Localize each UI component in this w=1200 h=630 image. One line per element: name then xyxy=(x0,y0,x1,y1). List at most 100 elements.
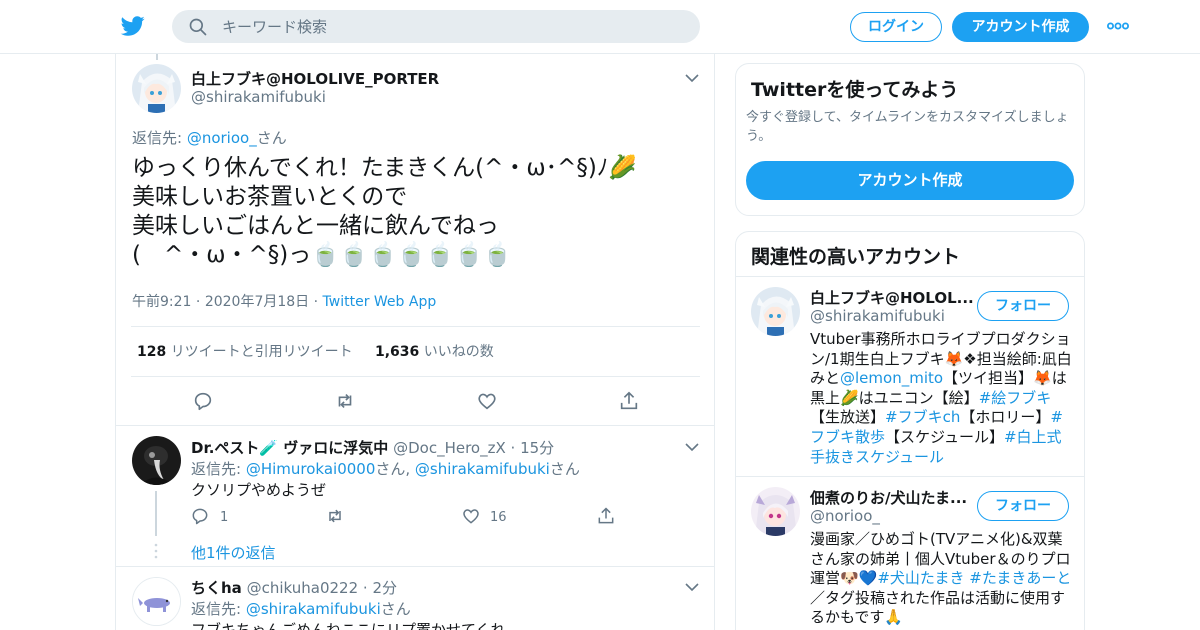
like-icon[interactable] xyxy=(461,506,481,526)
like-count: 16 xyxy=(490,510,507,525)
thread-dots-icon xyxy=(154,543,158,559)
replying-prefix: 返信先: xyxy=(191,600,246,618)
chevron-down-icon[interactable] xyxy=(685,73,699,83)
tweet-text: ゆっくり休んでくれ！たまきくん(^・ω･^§)ﾉ🌽 美味しいお茶置いとくので 美味し… xyxy=(132,154,637,270)
thread-connector xyxy=(155,491,157,536)
share-icon[interactable] xyxy=(596,506,616,526)
related-accounts-title: 関連性の高いアカウント xyxy=(751,246,961,268)
replying-suffix: さん xyxy=(380,600,411,618)
more-icon[interactable] xyxy=(1107,18,1129,34)
account-name[interactable]: 白上フブキ@HOLOL... xyxy=(810,287,974,308)
bio-text: 【スケジュール】 xyxy=(885,427,1004,446)
avatar[interactable] xyxy=(132,436,181,485)
divider xyxy=(116,425,714,426)
reply-icon[interactable] xyxy=(192,390,214,412)
reply-header: Dr.ペスト🧪 ヴァロに浮気中 @Doc_Hero_zX · 15分 xyxy=(191,437,554,458)
tweet-text-line: ( ^・ω・^§)っ🍵🍵🍵🍵🍵🍵🍵 xyxy=(132,242,512,268)
reply-count: 1 xyxy=(220,510,229,525)
follow-button[interactable]: フォロー xyxy=(977,291,1069,321)
search-box[interactable] xyxy=(172,10,700,43)
related-accounts-card: 関連性の高いアカウント 白上フブキ@HOLOL... @shirakamifub… xyxy=(735,231,1085,630)
user-handle[interactable]: @shirakamifubuki xyxy=(191,88,326,106)
display-name[interactable]: ちくha xyxy=(191,579,242,597)
divider xyxy=(131,326,700,327)
tweet-stats: 128 リツイートと引用リツイート 1,636 いいねの数 xyxy=(137,341,494,361)
account-bio: Vtuber事務所ホロライブプロダクション/1期生白上フブキ🦊❖担当絵師:凪白み… xyxy=(810,330,1072,467)
tweet-date[interactable]: 2020年7月18日 xyxy=(205,294,309,310)
signup-card: Twitterを使ってみよう 今すぐ登録して、タイムラインをカスタマイズしましょ… xyxy=(735,63,1085,216)
search-input[interactable] xyxy=(222,10,682,43)
replying-prefix: 返信先: xyxy=(191,460,246,478)
divider xyxy=(116,566,714,567)
separator: · xyxy=(358,579,373,597)
user-handle[interactable]: @Doc_Hero_zX xyxy=(393,439,506,457)
bio-link[interactable]: #犬山たまき xyxy=(877,569,964,587)
replying-to: 返信先: @shirakamifubukiさん xyxy=(191,598,411,619)
replying-to-link[interactable]: @Himurokai0000 xyxy=(246,460,376,478)
reply-text: クソリプやめようぜ xyxy=(191,481,327,499)
search-icon xyxy=(189,18,207,36)
like-count[interactable]: 1,636 xyxy=(375,344,419,360)
signup-button[interactable]: アカウント作成 xyxy=(952,12,1089,42)
bio-text: 【生放送】 xyxy=(810,408,886,427)
retweet-count[interactable]: 128 xyxy=(137,344,166,360)
replying-mid: さん, xyxy=(375,460,415,478)
bio-link[interactable]: #絵フブキ xyxy=(979,389,1052,407)
like-icon[interactable] xyxy=(476,390,498,412)
divider xyxy=(131,376,700,377)
account-bio: 漫画家／ひめゴト(TVアニメ化)&双葉さん家の姉弟丨個人Vtuber＆のりプロ運… xyxy=(810,530,1072,628)
follow-button[interactable]: フォロー xyxy=(977,491,1069,521)
replying-prefix: 返信先: xyxy=(132,129,187,147)
replying-suffix: さん xyxy=(549,460,580,478)
reply-icon[interactable] xyxy=(190,506,210,526)
display-name[interactable]: Dr.ペスト🧪 ヴァロに浮気中 xyxy=(191,439,388,457)
replying-suffix: さん xyxy=(256,129,287,147)
chevron-down-icon[interactable] xyxy=(685,442,699,452)
bio-text: ／タグ投稿された作品は活動に使用するかもです🙏 xyxy=(810,588,1066,627)
signup-card-title: Twitterを使ってみよう xyxy=(751,79,959,101)
replying-to-link[interactable]: @shirakamifubuki xyxy=(246,600,381,618)
share-icon[interactable] xyxy=(618,390,640,412)
reply-time[interactable]: 15分 xyxy=(520,439,554,457)
tweet-text-line: ゆっくり休んでくれ！たまきくん(^・ω･^§)ﾉ🌽 xyxy=(132,155,638,181)
tweet-source[interactable]: Twitter Web App xyxy=(323,294,437,310)
user-handle[interactable]: @chikuha0222 xyxy=(247,579,359,597)
twitter-bird-icon[interactable] xyxy=(120,14,146,38)
reply-time[interactable]: 2分 xyxy=(372,579,397,597)
tweet-thread-column: 白上フブキ@HOLOLIVE_PORTER @shirakamifubuki 返… xyxy=(115,54,715,630)
replying-to-link[interactable]: @norioo_ xyxy=(187,129,257,147)
avatar[interactable] xyxy=(751,287,800,336)
like-label[interactable]: いいねの数 xyxy=(424,344,494,360)
account-handle[interactable]: @shirakamifubuki xyxy=(810,307,945,325)
bio-link[interactable]: #フブキch xyxy=(885,408,960,426)
signup-card-button[interactable]: アカウント作成 xyxy=(746,161,1074,200)
retweet-icon[interactable] xyxy=(334,390,356,412)
tweet-text-line: 美味しいお茶置いとくので xyxy=(132,184,408,210)
account-name[interactable]: 佃煮のりお/犬山たま... xyxy=(810,487,967,508)
avatar[interactable] xyxy=(132,577,181,626)
reply-header: ちくha @chikuha0222 · 2分 xyxy=(191,577,397,598)
retweet-label[interactable]: リツイートと引用リツイート xyxy=(171,344,353,360)
top-navigation-bar: ログイン アカウント作成 xyxy=(0,0,1200,54)
account-handle[interactable]: @norioo_ xyxy=(810,507,880,525)
display-name[interactable]: 白上フブキ@HOLOLIVE_PORTER xyxy=(191,68,439,89)
avatar[interactable] xyxy=(132,64,181,113)
tweet-time[interactable]: 午前9:21 xyxy=(132,294,191,310)
separator: · xyxy=(505,439,521,457)
bio-text: 【ホロリー】 xyxy=(960,408,1051,427)
replying-to: 返信先: @Himurokai0000さん, @shirakamifubukiさ… xyxy=(191,458,580,479)
bio-link[interactable]: @lemon_mito xyxy=(840,369,943,387)
bio-link[interactable]: #たまきあーと xyxy=(969,569,1071,587)
avatar[interactable] xyxy=(751,487,800,536)
divider xyxy=(736,476,1084,477)
thread-connector xyxy=(156,54,158,60)
signup-card-subtitle: 今すぐ登録して、タイムラインをカスタマイズしましょう。 xyxy=(746,110,1069,144)
replying-to-link[interactable]: @shirakamifubuki xyxy=(415,460,550,478)
show-more-replies-link[interactable]: 他1件の返信 xyxy=(191,542,276,563)
chevron-down-icon[interactable] xyxy=(685,582,699,592)
tweet-timestamp: 午前9:21 · 2020年7月18日 · Twitter Web App xyxy=(132,294,437,310)
login-button[interactable]: ログイン xyxy=(850,12,942,42)
retweet-icon[interactable] xyxy=(325,506,345,526)
replying-to: 返信先: @norioo_さん xyxy=(132,127,287,148)
divider xyxy=(736,276,1084,277)
